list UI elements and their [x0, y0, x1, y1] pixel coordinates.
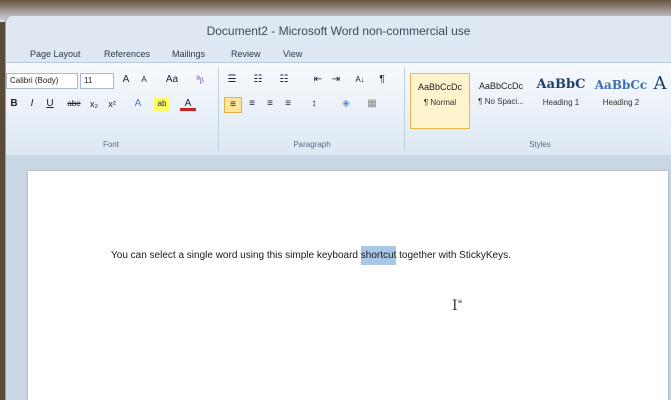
paragraph-group-label: Paragraph [293, 140, 331, 149]
selected-word[interactable]: shortcut [360, 246, 397, 265]
style-name: Heading 1 [542, 98, 580, 107]
decrease-indent-button[interactable]: ⇤ [310, 73, 326, 87]
style-no-spacing[interactable]: AaBbCcDc ¶ No Spaci... [472, 73, 530, 127]
sort-button[interactable]: A↓ [352, 73, 368, 87]
multilevel-list-button[interactable]: ☷ [276, 73, 292, 87]
style-preview: AaBbCcDc [417, 82, 462, 92]
center-button[interactable]: ≡ [244, 97, 260, 111]
clear-format-button[interactable]: ᵃᵦ [192, 73, 208, 87]
document-text[interactable]: You can select a single word using this … [111, 246, 511, 265]
divider [218, 67, 219, 151]
align-right-button[interactable]: ≡ [262, 97, 278, 111]
strikethrough-button[interactable]: abe [64, 97, 84, 111]
text-effects-button[interactable]: A [130, 97, 146, 111]
align-left-button[interactable]: ≡ [224, 97, 242, 113]
tab-view[interactable]: View [283, 49, 302, 59]
font-color-button[interactable]: A [180, 97, 196, 111]
shading-button[interactable]: ◈ [338, 97, 354, 111]
bold-button[interactable]: B [6, 97, 22, 111]
window-title: Document2 - Microsoft Word non-commercia… [206, 24, 471, 38]
document-page[interactable]: You can select a single word using this … [28, 171, 668, 400]
word-window: Document2 - Microsoft Word non-commercia… [6, 16, 671, 400]
style-preview: AaBbCcDc [478, 81, 523, 91]
font-group-label: Font [102, 140, 119, 149]
bullets-button[interactable]: ☰ [224, 73, 240, 87]
font-size-select[interactable]: 11 [80, 73, 114, 89]
tab-references[interactable]: References [104, 49, 150, 59]
style-title[interactable]: A [650, 73, 670, 127]
style-preview: AaBbC [536, 77, 586, 92]
styles-group-label: Styles [529, 140, 551, 149]
font-name-select[interactable]: Calibri (Body) [6, 73, 78, 89]
ribbon: Calibri (Body) 11 A A Aa ᵃᵦ B I U abe x₂… [6, 62, 671, 156]
style-normal[interactable]: AaBbCcDc ¶ Normal [410, 73, 470, 129]
divider [404, 67, 405, 151]
tab-review[interactable]: Review [231, 49, 261, 59]
cursor-badge: ≡ [457, 298, 463, 305]
grow-font-button[interactable]: A [118, 73, 134, 87]
borders-button[interactable]: ▦ [364, 97, 380, 111]
increase-indent-button[interactable]: ⇥ [328, 73, 344, 87]
numbering-button[interactable]: ☷ [250, 73, 266, 87]
style-name: ¶ No Spaci... [478, 97, 524, 106]
ribbon-tabs: Page Layout References Mailings Review V… [6, 44, 671, 64]
underline-button[interactable]: U [42, 97, 58, 111]
style-name: Heading 2 [602, 98, 640, 107]
text-after: together with StickyKeys. [396, 250, 511, 261]
style-preview: A [653, 73, 667, 94]
change-case-button[interactable]: Aa [162, 73, 182, 87]
show-marks-button[interactable]: ¶ [374, 73, 390, 87]
highlight-button[interactable]: ab [154, 97, 170, 111]
shrink-font-button[interactable]: A [136, 73, 152, 87]
italic-button[interactable]: I [24, 97, 40, 111]
style-name: ¶ Normal [423, 98, 457, 107]
style-heading-2[interactable]: AaBbCc Heading 2 [592, 73, 650, 127]
document-area: You can select a single word using this … [6, 155, 671, 400]
justify-button[interactable]: ≡ [280, 97, 296, 111]
tab-mailings[interactable]: Mailings [172, 49, 205, 59]
text-before: You can select a single word using this … [111, 250, 361, 261]
style-preview: AaBbCc [594, 78, 648, 92]
superscript-button[interactable]: x² [104, 97, 120, 111]
tab-page-layout[interactable]: Page Layout [30, 49, 81, 59]
subscript-button[interactable]: x₂ [86, 97, 102, 111]
style-heading-1[interactable]: AaBbC Heading 1 [532, 73, 590, 127]
line-spacing-button[interactable]: ↕ [306, 97, 322, 111]
text-cursor-icon: I≡ [452, 298, 463, 314]
